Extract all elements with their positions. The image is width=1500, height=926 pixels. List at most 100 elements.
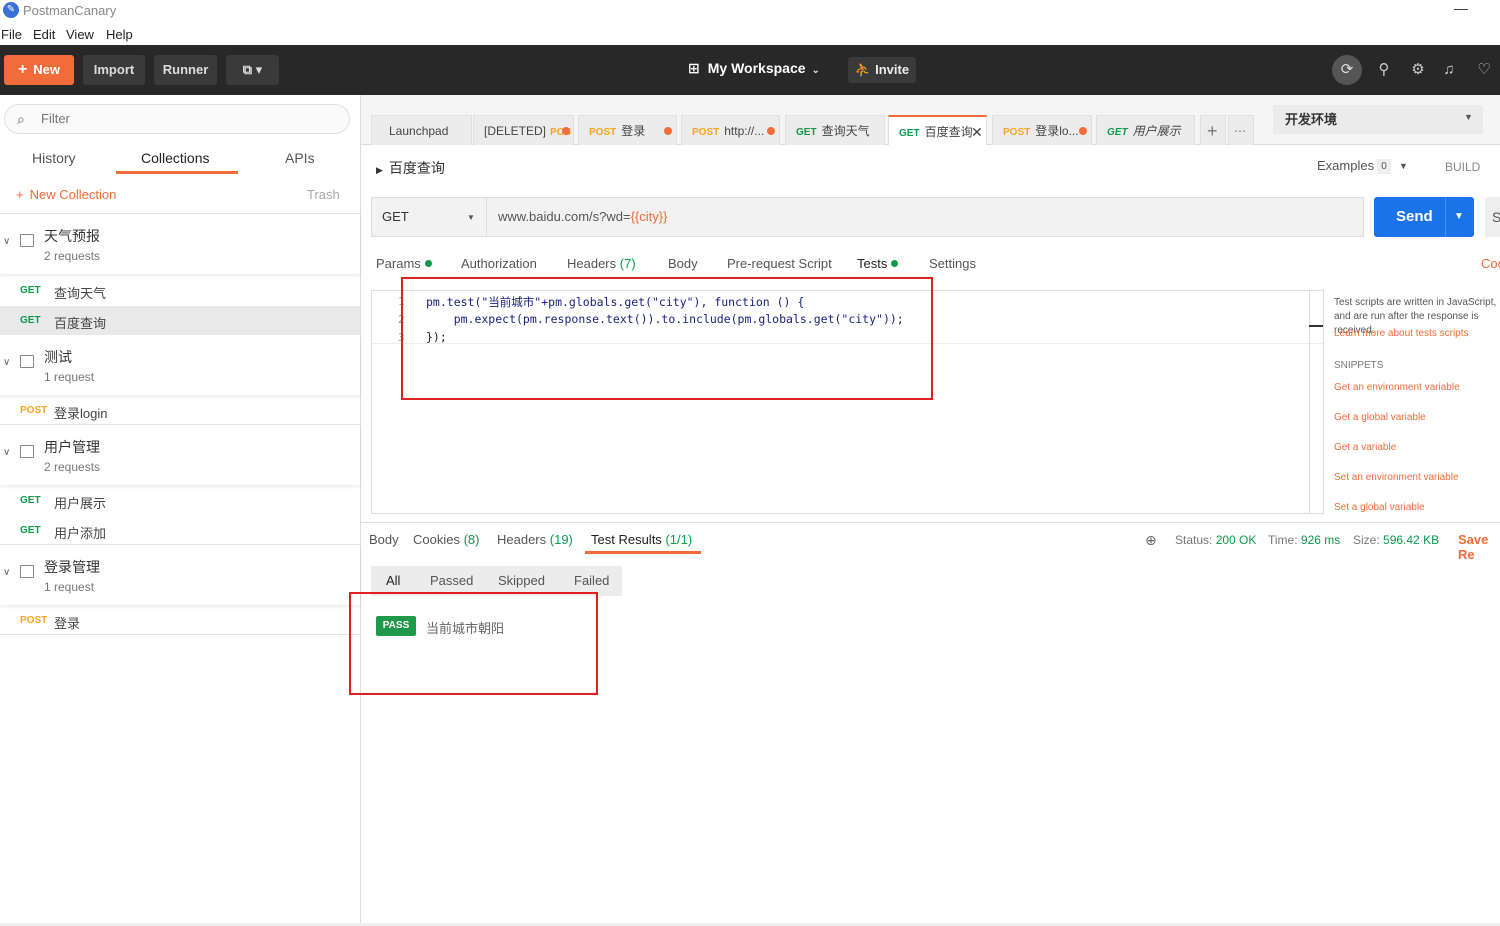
collection-login-management[interactable]: ∨ 登录管理 1 request <box>0 545 360 605</box>
snippet-item[interactable]: Get a variable <box>1334 442 1396 453</box>
caret-down-icon[interactable]: ▼ <box>1454 197 1464 237</box>
more-tabs-icon[interactable]: ⋯ <box>1228 115 1254 145</box>
tab-headers[interactable]: Headers (7) <box>567 256 636 271</box>
filter-input[interactable] <box>41 111 321 126</box>
snippet-item[interactable]: Set an environment variable <box>1334 472 1459 483</box>
bell-icon[interactable]: ♫ <box>1439 60 1459 80</box>
learn-more-link[interactable]: Learn more about tests scripts <box>1334 328 1469 339</box>
chevron-down-icon[interactable]: ∨ <box>3 236 10 247</box>
request-item[interactable]: POST 登录 <box>0 606 360 636</box>
request-item[interactable]: GET 用户展示 <box>0 486 360 516</box>
tab-tests[interactable]: Tests <box>857 256 899 271</box>
tab-post-http[interactable]: POST http://... <box>681 115 780 145</box>
resp-tab-cookies[interactable]: Cookies (8) <box>413 532 479 547</box>
filter-box[interactable]: ⌕ <box>4 104 350 134</box>
chevron-down-icon[interactable]: ∨ <box>3 357 10 368</box>
tab-settings[interactable]: Settings <box>929 256 976 271</box>
filter-skipped[interactable]: Skipped <box>498 573 545 588</box>
new-button-label: New <box>33 62 61 77</box>
collection-weather[interactable]: ∨ 天气预报 2 requests <box>0 214 360 274</box>
globe-icon[interactable]: ⊕ <box>1145 532 1157 549</box>
folder-icon <box>20 355 34 368</box>
save-response-button[interactable]: Save Re <box>1458 532 1500 562</box>
tab-history[interactable]: History <box>32 150 76 166</box>
filter-failed[interactable]: Failed <box>574 573 609 588</box>
tab-get-user-display[interactable]: GET 用户展示 <box>1096 115 1195 145</box>
menu-edit[interactable]: Edit <box>33 27 55 42</box>
headers-count: (7) <box>619 256 636 271</box>
request-name: 登录 <box>54 616 81 631</box>
filter-all[interactable]: All <box>386 573 400 588</box>
chevron-down-icon[interactable]: ∨ <box>3 447 10 458</box>
tab-authorization[interactable]: Authorization <box>461 256 537 271</box>
time-label: Time: <box>1268 533 1298 547</box>
build-tab[interactable]: BUILD <box>1445 160 1480 174</box>
close-icon[interactable]: ✕ <box>971 117 983 145</box>
invite-button[interactable]: ⛹ Invite <box>848 57 916 83</box>
menu-view[interactable]: View <box>66 27 94 42</box>
url-variable: {{city}} <box>630 209 668 224</box>
request-item[interactable]: POST 登录login <box>0 396 360 426</box>
new-window-button[interactable]: ⧉ ▾ <box>226 55 279 85</box>
tab-label: Launchpad <box>389 124 449 138</box>
new-button[interactable]: + New <box>4 55 74 85</box>
request-title[interactable]: ▶ 百度查询 <box>376 158 445 178</box>
collection-user-management[interactable]: ∨ 用户管理 2 requests <box>0 425 360 485</box>
snippet-item[interactable]: Set a global variable <box>1334 502 1425 513</box>
workspace-label: My Workspace <box>707 60 806 76</box>
divider <box>361 522 1500 523</box>
resp-tab-headers[interactable]: Headers (19) <box>497 532 573 547</box>
resp-tab-body[interactable]: Body <box>369 532 399 547</box>
tab-get-baidu[interactable]: GET 百度查询 ✕ <box>888 115 987 145</box>
collection-test[interactable]: ∨ 测试 1 request <box>0 335 360 395</box>
tab-collections[interactable]: Collections <box>141 150 209 166</box>
unsaved-dot <box>1079 127 1087 135</box>
request-item[interactable]: GET 用户添加 <box>0 516 360 546</box>
heart-icon[interactable]: ♡ <box>1474 60 1494 80</box>
snippet-item[interactable]: Get an environment variable <box>1334 382 1460 393</box>
snippet-item[interactable]: Get a global variable <box>1334 412 1426 423</box>
tab-method: GET <box>796 127 817 138</box>
filter-passed[interactable]: Passed <box>430 573 473 588</box>
environment-select[interactable]: 开发环境 <box>1273 105 1483 134</box>
tab-deleted[interactable]: [DELETED] POS <box>473 115 574 145</box>
request-item[interactable]: GET 查询天气 <box>0 276 360 306</box>
tab-launchpad[interactable]: Launchpad <box>371 115 472 145</box>
request-item-selected[interactable]: GET 百度查询 <box>0 306 360 336</box>
tab-prerequest-script[interactable]: Pre-request Script <box>727 256 832 271</box>
trash-link[interactable]: Trash <box>307 187 340 202</box>
menu-help[interactable]: Help <box>106 27 133 42</box>
runner-button[interactable]: Runner <box>154 55 217 85</box>
tab-method: POST <box>589 127 617 138</box>
chevron-down-icon[interactable]: ∨ <box>3 567 10 578</box>
add-tab-icon[interactable]: + <box>1200 115 1226 145</box>
url-input[interactable]: www.baidu.com/s?wd={{city}} <box>498 209 667 224</box>
method-badge: POST <box>20 405 48 416</box>
save-button[interactable]: S <box>1485 197 1500 237</box>
tab-body[interactable]: Body <box>668 256 698 271</box>
highlight-box <box>401 277 933 400</box>
workspace-switcher[interactable]: ⊞ My Workspace ⌄ <box>688 60 820 77</box>
time-value: 926 ms <box>1300 533 1341 547</box>
menu-file[interactable]: File <box>1 27 22 42</box>
method-badge: POST <box>20 615 48 626</box>
status: Status: 200 OK <box>1175 533 1256 547</box>
tab-post-login[interactable]: POST 登录 <box>578 115 677 145</box>
code-link[interactable]: Coo <box>1481 256 1500 271</box>
satellite-icon[interactable]: ⚲ <box>1374 60 1394 80</box>
minimize-icon[interactable]: — <box>1454 1 1468 16</box>
examples-dropdown[interactable]: Examples <box>1317 158 1374 173</box>
scroll-thumb[interactable] <box>1309 325 1323 327</box>
highlight-box <box>349 592 598 695</box>
tab-post-loginlo[interactable]: POST 登录lo... <box>992 115 1092 145</box>
tab-params[interactable]: Params <box>376 256 432 271</box>
sync-icon[interactable]: ⟳ <box>1332 55 1362 85</box>
resp-tab-test-results[interactable]: Test Results (1/1) <box>591 532 692 547</box>
tab-apis[interactable]: APIs <box>285 150 315 166</box>
import-button[interactable]: Import <box>83 55 145 85</box>
send-button[interactable]: Send ▼ <box>1374 197 1474 237</box>
new-collection-button[interactable]: + New Collection <box>16 187 116 202</box>
settings-gear-icon[interactable]: ⚙ <box>1408 60 1428 80</box>
tab-get-weather[interactable]: GET 查询天气 <box>785 115 885 145</box>
chevron-down-icon: ⌄ <box>811 65 820 76</box>
